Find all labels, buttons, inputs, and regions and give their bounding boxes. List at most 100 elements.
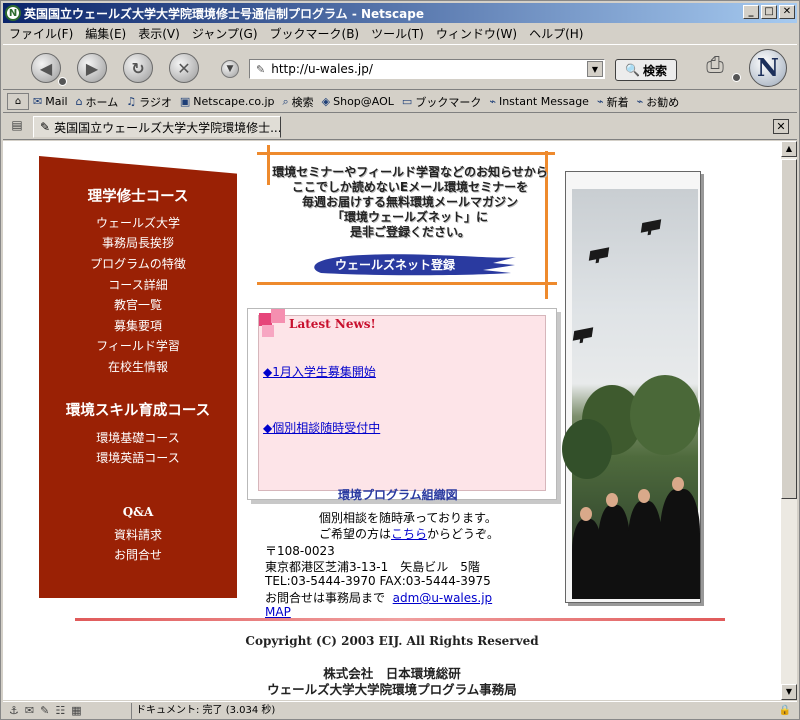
url-input[interactable]: ✎ http://u-wales.jp/ ▼ — [249, 59, 605, 79]
nav-link-course-details[interactable]: コース詳細 — [39, 276, 237, 293]
frame-line-top — [257, 152, 555, 155]
contact-email-link[interactable]: adm@u-wales.jp — [393, 591, 493, 605]
window-controls: _ □ ✕ — [743, 5, 795, 19]
maximize-button[interactable]: □ — [761, 5, 777, 19]
nav-link-faculty[interactable]: 教官一覧 — [39, 296, 237, 313]
map-line: MAP — [265, 605, 291, 619]
photo-tree — [630, 375, 700, 455]
news-link-consultation[interactable]: ◆個別相談随時受付中 — [263, 419, 380, 436]
personal-toolbar: ⌂ ✉ Mail ⌂ ホーム ♫ ラジオ ▣ Netscape.co.jp ⌕ 検索 ◈ S… — [3, 91, 797, 113]
nav-link-english-course[interactable]: 環境英語コース — [39, 449, 237, 466]
minimize-button[interactable]: _ — [743, 5, 759, 19]
scroll-thumb[interactable] — [781, 159, 797, 499]
bookmark-icon: ⌁ — [596, 95, 604, 108]
menu-edit[interactable]: 編集(E) — [85, 25, 126, 42]
netscape-logo[interactable]: N — [749, 49, 787, 87]
footer-divider — [75, 618, 725, 621]
news-decor-square — [262, 325, 274, 337]
toolbar-item-home[interactable]: ⌂ ホーム — [76, 94, 119, 110]
menu-view[interactable]: 表示(V) — [138, 25, 180, 42]
title-bar[interactable]: N 英国国立ウェールズ大学大学院環境修士号通信制プログラム - Netscape… — [3, 3, 797, 23]
toolbar-item-netscape[interactable]: ▣ Netscape.co.jp — [180, 95, 275, 108]
nav-link-basic-course[interactable]: 環境基礎コース — [39, 429, 237, 446]
mortarboard-icon — [588, 247, 610, 261]
reload-button[interactable]: ↻ — [123, 53, 153, 83]
ime-icon[interactable]: ▦ — [71, 704, 81, 717]
consultation-here-link[interactable]: こちら — [391, 527, 427, 541]
menu-window[interactable]: ウィンドウ(W) — [436, 25, 517, 42]
print-dropdown[interactable] — [732, 73, 741, 82]
nav-link-field-study[interactable]: フィールド学習 — [39, 337, 237, 354]
toolbar-item-search[interactable]: ⌕ 検索 — [282, 94, 313, 110]
tab-current[interactable]: ✎ 英国国立ウェールズ大学大学院環境修士... — [33, 116, 281, 138]
nav-link-request-materials[interactable]: 資料請求 — [39, 526, 237, 543]
close-tab-button[interactable]: ✕ — [773, 119, 789, 134]
menu-go[interactable]: ジャンプ(G) — [192, 25, 258, 42]
shop-icon: ◈ — [321, 95, 331, 108]
bookmark-icon: ⌁ — [636, 95, 644, 108]
folder-icon: ▭ — [401, 95, 413, 108]
left-navigation: 理学修士コース ウェールズ大学 事務局長挨拶 プログラムの特徴 コース詳細 教官… — [39, 156, 237, 598]
security-lock-icon[interactable]: 🔒 — [779, 705, 791, 716]
nav-link-university[interactable]: ウェールズ大学 — [39, 214, 237, 231]
navigator-icon[interactable]: ⚓ — [9, 704, 19, 717]
arrow-right-icon: ▶ — [85, 58, 99, 78]
nav-link-director-message[interactable]: 事務局長挨拶 — [39, 234, 237, 251]
register-button-label[interactable]: ウェールズネット登録 — [325, 256, 465, 273]
home-icon: ⌂ — [75, 95, 83, 108]
menu-bar: ファイル(F) 編集(E) 表示(V) ジャンプ(G) ブックマーク(B) ツー… — [3, 24, 797, 43]
toolbar-item-new[interactable]: ⌁ 新着 — [597, 94, 629, 110]
mail-icon[interactable]: ✉ — [25, 704, 34, 717]
nav-link-contact[interactable]: お問合せ — [39, 546, 237, 563]
composer-icon[interactable]: ✎ — [40, 704, 49, 717]
consultation-text: 個別相談を随時承っております。 — [319, 511, 497, 525]
stop-button[interactable]: ✕ — [169, 53, 199, 83]
search-button-label: 検索 — [642, 63, 667, 78]
nav-link-program-features[interactable]: プログラムの特徴 — [39, 255, 237, 272]
announcement-line: 「環境ウェールズネット」に — [331, 210, 488, 224]
forward-button[interactable]: ▶ — [77, 53, 107, 83]
menu-tools[interactable]: ツール(T) — [371, 25, 424, 42]
toolbar-item-bookmarks[interactable]: ▭ ブックマーク — [402, 94, 481, 110]
page-icon: ✎ — [256, 62, 266, 76]
vertical-scrollbar[interactable]: ▲ ▼ — [781, 141, 797, 700]
menu-file[interactable]: ファイル(F) — [9, 25, 73, 42]
news-link-january-admission[interactable]: ◆1月入学生募集開始 — [263, 363, 376, 380]
url-text: http://u-wales.jp/ — [271, 62, 373, 76]
my-netscape-icon: ▣ — [179, 95, 191, 108]
scroll-up-button[interactable]: ▲ — [781, 141, 797, 157]
toolbar-item-instant-message[interactable]: ⌁ Instant Message — [489, 95, 589, 108]
toolbar-item-radio[interactable]: ♫ ラジオ — [126, 94, 172, 110]
org-chart-link[interactable]: 環境プログラム組織図 — [338, 486, 458, 503]
map-link[interactable]: MAP — [265, 605, 291, 619]
sidebar-toggle-icon[interactable]: ⌂ — [7, 93, 29, 110]
search-button[interactable]: 🔍 検索 — [615, 59, 677, 81]
new-tab-icon[interactable]: ▤ — [8, 118, 26, 136]
url-history-button[interactable]: ▼ — [221, 60, 239, 78]
frame-line-bottom — [257, 282, 557, 285]
office-name: ウェールズ大学大学院環境プログラム事務局 — [267, 682, 517, 697]
toolbar-item-recommend[interactable]: ⌁ お勧め — [637, 94, 680, 110]
toolbar-item-shop[interactable]: ◈ Shop@AOL — [322, 95, 394, 108]
copyright-text: Copyright (C) 2003 EIJ. All Rights Reser… — [245, 634, 539, 648]
window-title: 英国国立ウェールズ大学大学院環境修士号通信制プログラム - Netscape — [24, 6, 424, 21]
scroll-down-button[interactable]: ▼ — [781, 684, 797, 700]
nav-link-student-info[interactable]: 在校生情報 — [39, 358, 237, 375]
back-history-dropdown[interactable] — [58, 77, 67, 86]
close-button[interactable]: ✕ — [779, 5, 795, 19]
news-decor-square — [271, 309, 285, 323]
graduate-figure — [660, 489, 700, 599]
back-button[interactable]: ◀ — [31, 53, 61, 83]
nav-link-admissions[interactable]: 募集要項 — [39, 317, 237, 334]
address: 東京都港区芝浦3-13-1 矢島ビル 5階 — [265, 560, 480, 574]
nav-link-qa[interactable]: Q&A — [39, 505, 237, 519]
url-dropdown-arrow[interactable]: ▼ — [587, 61, 603, 77]
phone-fax: TEL:03-5444-3970 FAX:03-5444-3975 — [265, 574, 491, 588]
menu-help[interactable]: ヘルプ(H) — [529, 25, 583, 42]
print-icon[interactable]: ⎙ — [700, 51, 730, 81]
menu-bookmarks[interactable]: ブックマーク(B) — [270, 25, 360, 42]
status-bar: ⚓ ✉ ✎ ☷ ▦ ドキュメント: 完了 (3.034 秒) 🔒 — [3, 701, 797, 719]
toolbar-item-mail[interactable]: ✉ Mail — [33, 95, 68, 108]
addressbook-icon[interactable]: ☷ — [55, 704, 65, 717]
mortarboard-icon — [572, 327, 594, 341]
